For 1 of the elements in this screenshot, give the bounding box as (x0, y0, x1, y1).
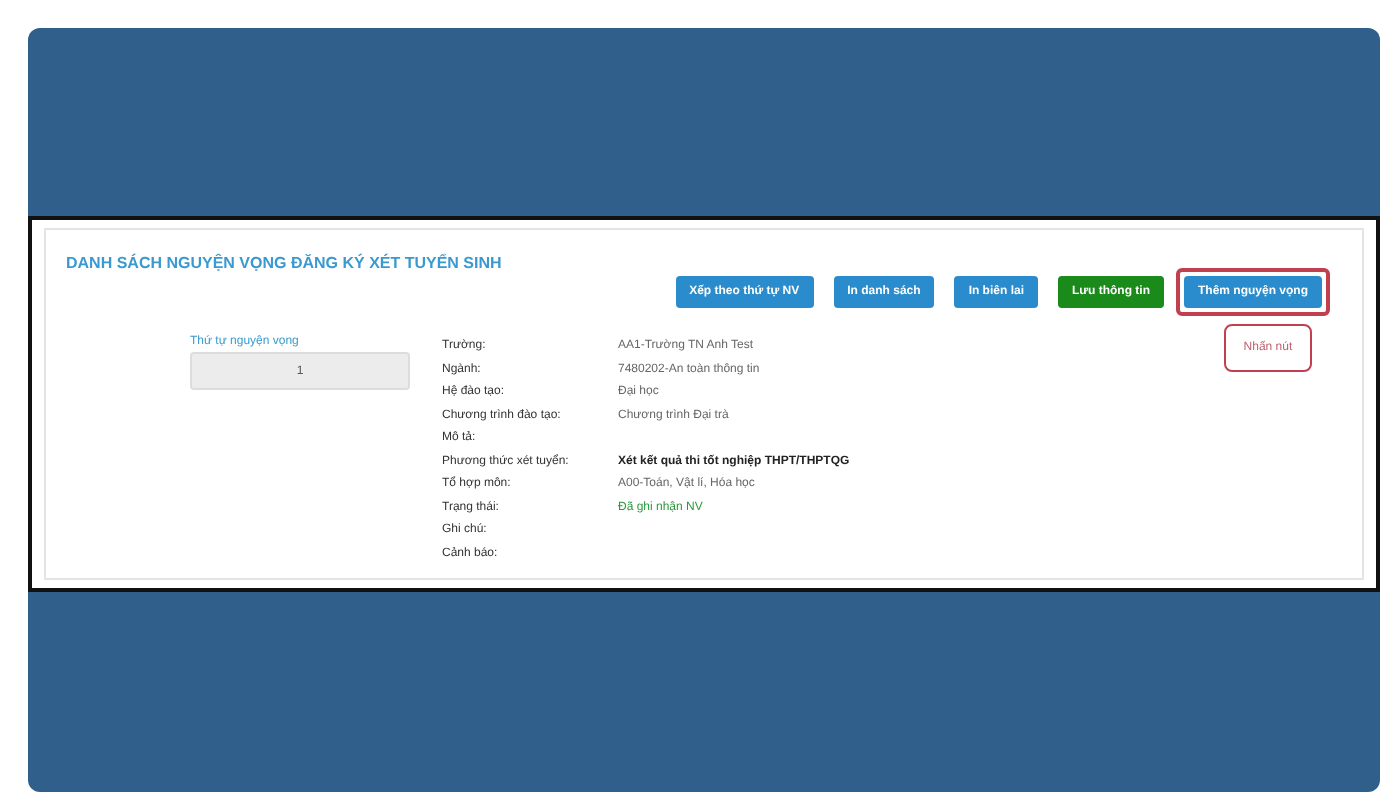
page-title: DANH SÁCH NGUYỆN VỌNG ĐĂNG KÝ XÉT TUYỂN SINH (66, 254, 504, 272)
